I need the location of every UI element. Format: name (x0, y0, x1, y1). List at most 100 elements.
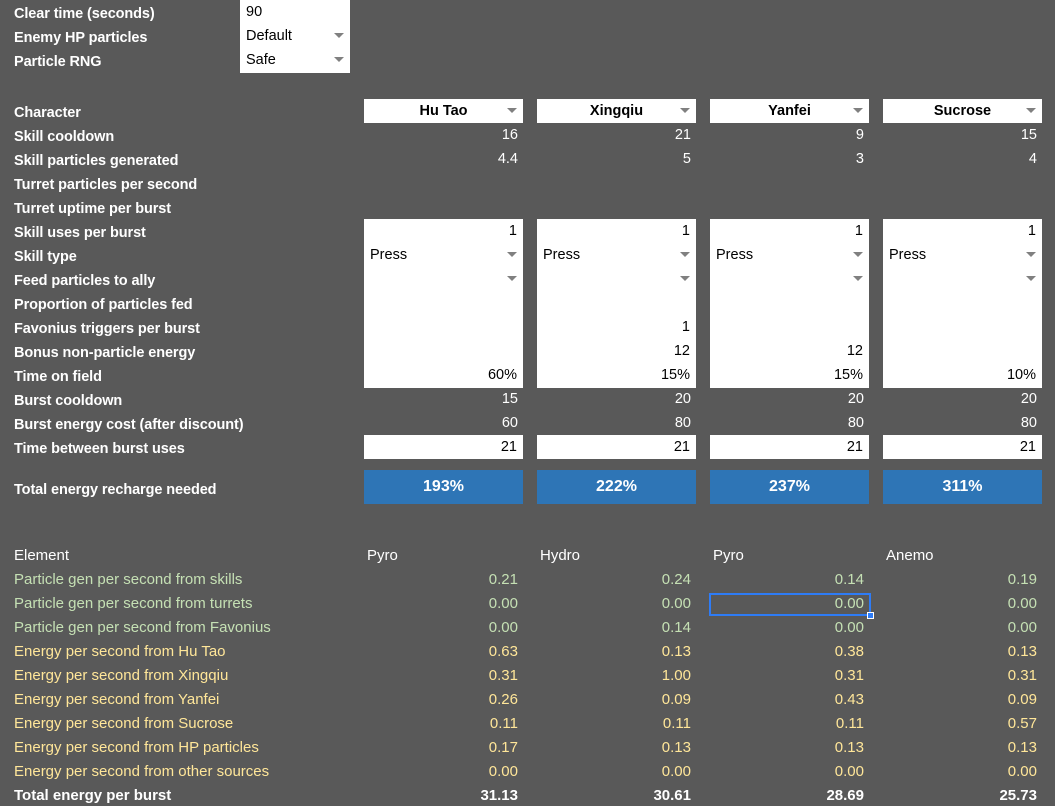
result-value-3-1: 0.13 (661, 643, 691, 660)
result-value-4-0: 0.31 (488, 667, 518, 684)
cell-xingqiu-turret_particles_per_second (537, 171, 691, 195)
result-value-1-3: 0.00 (1007, 595, 1037, 612)
result-value-7-0: 0.17 (488, 739, 518, 756)
cell-hu-tao-skill_uses_per_burst[interactable]: 1 (364, 219, 523, 243)
param-label-5: Skill uses per burst (14, 225, 146, 241)
cell-hu-tao-favonius_triggers_per_burst[interactable] (364, 315, 523, 339)
cell-yanfei-time_on_field[interactable]: 15% (710, 363, 869, 388)
cell-xingqiu-skill_uses_per_burst[interactable]: 1 (537, 219, 696, 243)
cell-value: 1 (854, 223, 863, 239)
result-value-0-2: 0.14 (834, 571, 864, 588)
cell-xingqiu-bonus_non_particle_energy[interactable]: 12 (537, 339, 696, 363)
result-value-5-3: 0.09 (1007, 691, 1037, 708)
cell-value: 15% (833, 367, 863, 383)
chevron-down-icon (853, 108, 863, 113)
cell-xingqiu-time_between_burst_uses[interactable]: 21 (537, 435, 696, 459)
cell-value: 21 (1019, 439, 1036, 455)
fill-handle[interactable] (867, 612, 874, 619)
chevron-down-icon (507, 276, 517, 281)
result-value-4-1: 1.00 (661, 667, 691, 684)
chevron-down-icon (853, 252, 863, 257)
cell-hu-tao-time_on_field[interactable]: 60% (364, 363, 523, 388)
cell-xingqiu-proportion_of_particles_fed[interactable] (537, 291, 696, 315)
cell-hu-tao-skill_cooldown: 16 (501, 127, 518, 143)
cell-yanfei-favonius_triggers_per_burst[interactable] (710, 315, 869, 339)
result-label-2: Particle gen per second from Favonius (14, 619, 271, 636)
cell-hu-tao-proportion_of_particles_fed[interactable] (364, 291, 523, 315)
cell-hu-tao-turret_particles_per_second (364, 171, 518, 195)
cell-hu-tao-skill_type[interactable]: Press (364, 243, 523, 267)
chevron-down-icon (1026, 276, 1036, 281)
cell-value: 1 (681, 223, 690, 239)
element-type-2: Pyro (713, 547, 744, 564)
settings-label-2: Particle RNG (14, 54, 102, 70)
cell-yanfei-bonus_non_particle_energy[interactable]: 12 (710, 339, 869, 363)
cell-value: Press (716, 247, 754, 263)
cell-sucrose-feed_particles_to_ally[interactable] (883, 267, 1042, 291)
result-value-9-0: 31.13 (480, 787, 518, 804)
result-value-3-0: 0.63 (488, 643, 518, 660)
cell-sucrose-skill_uses_per_burst[interactable]: 1 (883, 219, 1042, 243)
character-select-sucrose[interactable]: Sucrose (883, 99, 1042, 123)
chevron-down-icon (1026, 108, 1036, 113)
cell-sucrose-time_on_field[interactable]: 10% (883, 363, 1042, 388)
param-label-13: Burst energy cost (after discount) (14, 417, 244, 433)
cell-yanfei-burst_energy_cost: 80 (847, 415, 864, 431)
character-select-hu-tao[interactable]: Hu Tao (364, 99, 523, 123)
param-label-6: Skill type (14, 249, 77, 265)
cell-sucrose-favonius_triggers_per_burst[interactable] (883, 315, 1042, 339)
cell-yanfei-skill_uses_per_burst[interactable]: 1 (710, 219, 869, 243)
result-value-7-3: 0.13 (1007, 739, 1037, 756)
settings-input-clear-time-seconds[interactable]: 90 (240, 0, 350, 24)
cell-hu-tao-feed_particles_to_ally[interactable] (364, 267, 523, 291)
param-label-2: Skill particles generated (14, 153, 179, 169)
cell-xingqiu-feed_particles_to_ally[interactable] (537, 267, 696, 291)
cell-yanfei-skill_type[interactable]: Press (710, 243, 869, 267)
character-select-xingqiu[interactable]: Xingqiu (537, 99, 696, 123)
result-label-7: Energy per second from HP particles (14, 739, 259, 756)
result-value-8-1: 0.00 (661, 763, 691, 780)
cell-xingqiu-skill_type[interactable]: Press (537, 243, 696, 267)
result-value-6-0: 0.11 (489, 715, 518, 732)
settings-input-enemy-hp-particles[interactable]: Default (240, 24, 350, 48)
cell-xingqiu-time_on_field[interactable]: 15% (537, 363, 696, 388)
param-label-8: Proportion of particles fed (14, 297, 193, 313)
result-label-4: Energy per second from Xingqiu (14, 667, 229, 684)
param-label-14: Time between burst uses (14, 441, 185, 457)
settings-value-0: 90 (246, 4, 263, 20)
settings-value-1: Default (246, 28, 292, 44)
element-type-1: Hydro (540, 547, 581, 564)
result-value-9-1: 30.61 (653, 787, 691, 804)
cell-sucrose-time_between_burst_uses[interactable]: 21 (883, 435, 1042, 459)
param-label-10: Bonus non-particle energy (14, 345, 196, 361)
settings-input-particle-rng[interactable]: Safe (240, 48, 350, 73)
cell-yanfei-skill_cooldown: 9 (855, 127, 864, 143)
param-label-9: Favonius triggers per burst (14, 321, 200, 337)
cell-hu-tao-bonus_non_particle_energy[interactable] (364, 339, 523, 363)
param-label-7: Feed particles to ally (14, 273, 156, 289)
result-value-8-2: 0.00 (834, 763, 864, 780)
cell-yanfei-time_between_burst_uses[interactable]: 21 (710, 435, 869, 459)
cell-xingqiu-favonius_triggers_per_burst[interactable]: 1 (537, 315, 696, 339)
cell-sucrose-proportion_of_particles_fed[interactable] (883, 291, 1042, 315)
result-value-4-3: 0.31 (1007, 667, 1037, 684)
param-label-12: Burst cooldown (14, 393, 123, 409)
cell-sucrose-skill_type[interactable]: Press (883, 243, 1042, 267)
cell-hu-tao-time_between_burst_uses[interactable]: 21 (364, 435, 523, 459)
chevron-down-icon (680, 252, 690, 257)
cell-xingqiu-skill_particles_generated: 5 (682, 151, 691, 167)
cell-value: 60% (487, 367, 517, 383)
total-recharge-sucrose: 311% (883, 470, 1042, 504)
character-name: Yanfei (768, 103, 811, 119)
cell-value: 1 (508, 223, 517, 239)
cell-yanfei-turret_uptime_per_burst (710, 195, 864, 219)
spreadsheet-canvas: Clear time (seconds) Enemy HP particles Pa… (0, 0, 1055, 806)
cell-yanfei-proportion_of_particles_fed[interactable] (710, 291, 869, 315)
chevron-down-icon (334, 33, 344, 38)
character-select-yanfei[interactable]: Yanfei (710, 99, 869, 123)
cell-sucrose-bonus_non_particle_energy[interactable] (883, 339, 1042, 363)
result-value-2-1: 0.14 (661, 619, 691, 636)
cell-yanfei-turret_particles_per_second (710, 171, 864, 195)
cell-sucrose-skill_particles_generated: 4 (1028, 151, 1037, 167)
cell-yanfei-feed_particles_to_ally[interactable] (710, 267, 869, 291)
